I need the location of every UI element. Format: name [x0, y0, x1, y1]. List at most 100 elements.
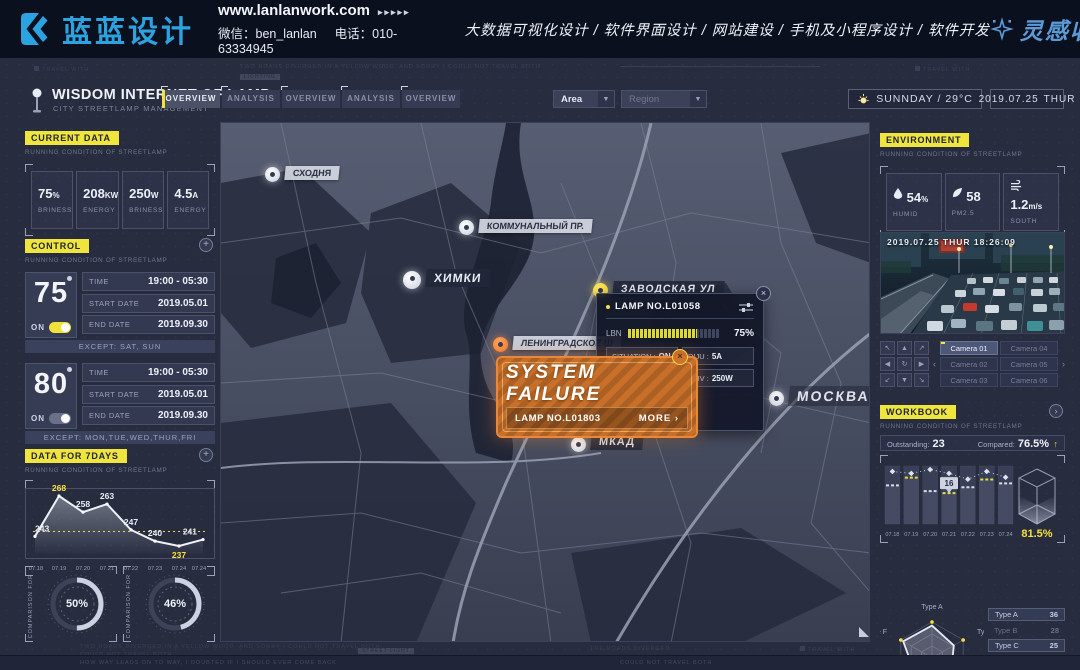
map-label[interactable]: ХИМКИ	[425, 269, 490, 287]
svg-text:263: 263	[100, 491, 114, 501]
map-pin-mkad[interactable]	[571, 437, 586, 452]
reset-view-button[interactable]: ↻	[897, 357, 912, 371]
map-label[interactable]: СХОДНЯ	[284, 166, 340, 180]
power-toggle[interactable]	[49, 413, 71, 424]
pan-down-button[interactable]: ▼	[897, 373, 912, 387]
pan-left-button[interactable]: ◀	[880, 357, 895, 371]
arrows-decoration: ▸▸▸▸▸	[378, 7, 411, 17]
tab-analysis-2[interactable]: ANALYSIS	[342, 90, 400, 108]
camera-01-button[interactable]: Camera 01	[940, 341, 998, 355]
stat-energy-kw: 208KWENERGY	[76, 171, 119, 229]
camera-03-button[interactable]: Camera 03	[940, 373, 998, 387]
decor-chip: LIGHTING	[240, 74, 280, 80]
svg-text:07.22: 07.22	[961, 532, 975, 538]
brightness-level-box: 75 ON	[25, 272, 77, 338]
camera-04-button[interactable]: Camera 04	[1000, 341, 1058, 355]
gauge-label: COMPARISON FOR	[126, 574, 132, 638]
current-data-panel: CURRENT DATA RUNNING CONDITION OF STREET…	[25, 128, 215, 236]
tab-overview-2[interactable]: OVERVIEW	[282, 90, 340, 108]
tab-overview-1[interactable]: OVERVIEW	[162, 90, 220, 108]
state-label: ON	[31, 414, 45, 423]
close-icon[interactable]: ×	[756, 286, 771, 301]
brightness-bar[interactable]	[628, 329, 720, 338]
comparison-gauge-2: COMPARISON FOR 46%	[123, 566, 215, 642]
chevron-down-icon: ▼	[690, 91, 706, 107]
map-label[interactable]: МОСКВА	[788, 386, 870, 406]
sun-icon	[857, 93, 870, 106]
svg-text:07.18: 07.18	[885, 532, 899, 538]
camera-list-prev[interactable]: ‹	[933, 359, 936, 369]
add-control-button[interactable]: +	[199, 238, 213, 252]
camera-list-next[interactable]: ›	[1062, 359, 1065, 369]
more-button[interactable]: MORE ›	[639, 413, 679, 424]
inspiration-collect[interactable]: 灵感收集	[990, 12, 1080, 46]
svg-text:07.20: 07.20	[923, 532, 937, 538]
map-pin-kommunalny[interactable]	[459, 220, 474, 235]
gauge-label: COMPARISON FOR	[28, 574, 34, 638]
map-pin-khimki[interactable]	[403, 271, 421, 289]
camera-02-button[interactable]: Camera 02	[940, 357, 998, 371]
week-data-panel: DATA FOR 7DAYS RUNNING CONDITION OF STRE…	[25, 446, 215, 576]
decor-text: TWO ROADS DIVERGED IN A YELLOW WOOD, AND…	[80, 644, 381, 650]
camera-feed-image[interactable]: 2019.07.25 THUR 18:26:09	[880, 232, 1065, 334]
type-row[interactable]: Type B28	[988, 624, 1065, 637]
panel-subtitle: RUNNING CONDITION OF STREETLAMP	[25, 149, 215, 156]
region-select[interactable]: Region▼	[621, 90, 707, 108]
bar-label: LBN	[606, 329, 622, 338]
map-pin-skhodnya[interactable]	[265, 167, 280, 182]
week-line-chart: 24307.1826807.1925807.2026307.2124707.22…	[25, 480, 215, 576]
camera-06-button[interactable]: Camera 06	[1000, 373, 1058, 387]
svg-text:241: 241	[183, 527, 197, 537]
panel-title-badge: CONTROL	[25, 239, 89, 253]
stat-pm25: 58 PM2.5	[945, 173, 1001, 231]
up-arrow-icon: ↑	[1054, 439, 1059, 449]
gauge-value: 46%	[141, 570, 209, 638]
gauge-value: 50%	[43, 570, 111, 638]
tab-overview-3[interactable]: OVERVIEW	[402, 90, 460, 108]
type-row[interactable]: Type C25	[988, 639, 1065, 652]
lamp-dot-icon	[67, 367, 72, 372]
end-date-row[interactable]: END DATE2019.09.30	[82, 406, 215, 425]
pan-up-left-button[interactable]: ↖	[880, 341, 895, 355]
pan-up-button[interactable]: ▲	[897, 341, 912, 355]
camera-controls: ↖ ▲ ↗ ◀ ↻ ▶ ↙ ▼ ↘ ‹ Camera 01 Camera 04 …	[880, 341, 1065, 387]
failure-title: SYSTEM FAILURE	[506, 364, 688, 404]
expand-chart-button[interactable]: +	[199, 448, 213, 462]
environment-panel: ENVIRONMENT RUNNING CONDITION OF STREETL…	[880, 130, 1065, 238]
map-label[interactable]: КОММУНАЛЬНЫЙ ПР.	[478, 219, 592, 233]
panel-title-badge: CURRENT DATA	[25, 131, 119, 145]
map-pin-leningradskoe[interactable]	[493, 337, 508, 352]
map-pin-moskva[interactable]	[769, 391, 784, 406]
wind-icon	[1010, 180, 1023, 191]
sliders-icon[interactable]	[738, 302, 754, 312]
tab-analysis-1[interactable]: ANALYSIS	[222, 90, 280, 108]
brightness-value: 75	[26, 277, 76, 310]
panel-subtitle: RUNNING CONDITION OF STREETLAMP	[880, 423, 1065, 430]
pan-down-right-button[interactable]: ↘	[914, 373, 929, 387]
time-setting-row[interactable]: TIME19:00 - 05:30	[82, 363, 215, 382]
weather-display: SUNNDAY / 29°C	[848, 89, 982, 109]
start-date-row[interactable]: START DATE2019.05.01	[82, 294, 215, 313]
end-date-row[interactable]: END DATE2019.09.30	[82, 315, 215, 334]
stat-energy-a: 4.5AENERGY	[167, 171, 209, 229]
svg-text:07.23: 07.23	[980, 532, 994, 538]
type-row[interactable]: Type A36	[988, 608, 1065, 621]
decor-chip: STREET LIGHT	[358, 648, 414, 654]
chevron-down-icon: ▼	[598, 91, 614, 107]
website-url[interactable]: www.lanlanwork.com	[218, 2, 370, 19]
panel-subtitle: RUNNING CONDITION OF STREETLAMP	[25, 467, 215, 474]
camera-05-button[interactable]: Camera 05	[1000, 357, 1058, 371]
pan-right-button[interactable]: ▶	[914, 357, 929, 371]
time-setting-row[interactable]: TIME19:00 - 05:30	[82, 272, 215, 291]
panel-subtitle: RUNNING CONDITION OF STREETLAMP	[25, 257, 215, 264]
camera-dpad: ↖ ▲ ↗ ◀ ↻ ▶ ↙ ▼ ↘	[880, 341, 929, 387]
start-date-row[interactable]: START DATE2019.05.01	[82, 385, 215, 404]
workbook-more-button[interactable]: ›	[1049, 404, 1063, 418]
droplet-icon	[893, 187, 903, 199]
close-icon[interactable]: ×	[672, 349, 688, 365]
city-map[interactable]: СХОДНЯ КОММУНАЛЬНЫЙ ПР. ХИМКИ ЗАВОДСКАЯ …	[220, 122, 870, 642]
pan-down-left-button[interactable]: ↙	[880, 373, 895, 387]
pan-up-right-button[interactable]: ↗	[914, 341, 929, 355]
power-toggle[interactable]	[49, 322, 71, 333]
area-select[interactable]: Area▼	[553, 90, 615, 108]
